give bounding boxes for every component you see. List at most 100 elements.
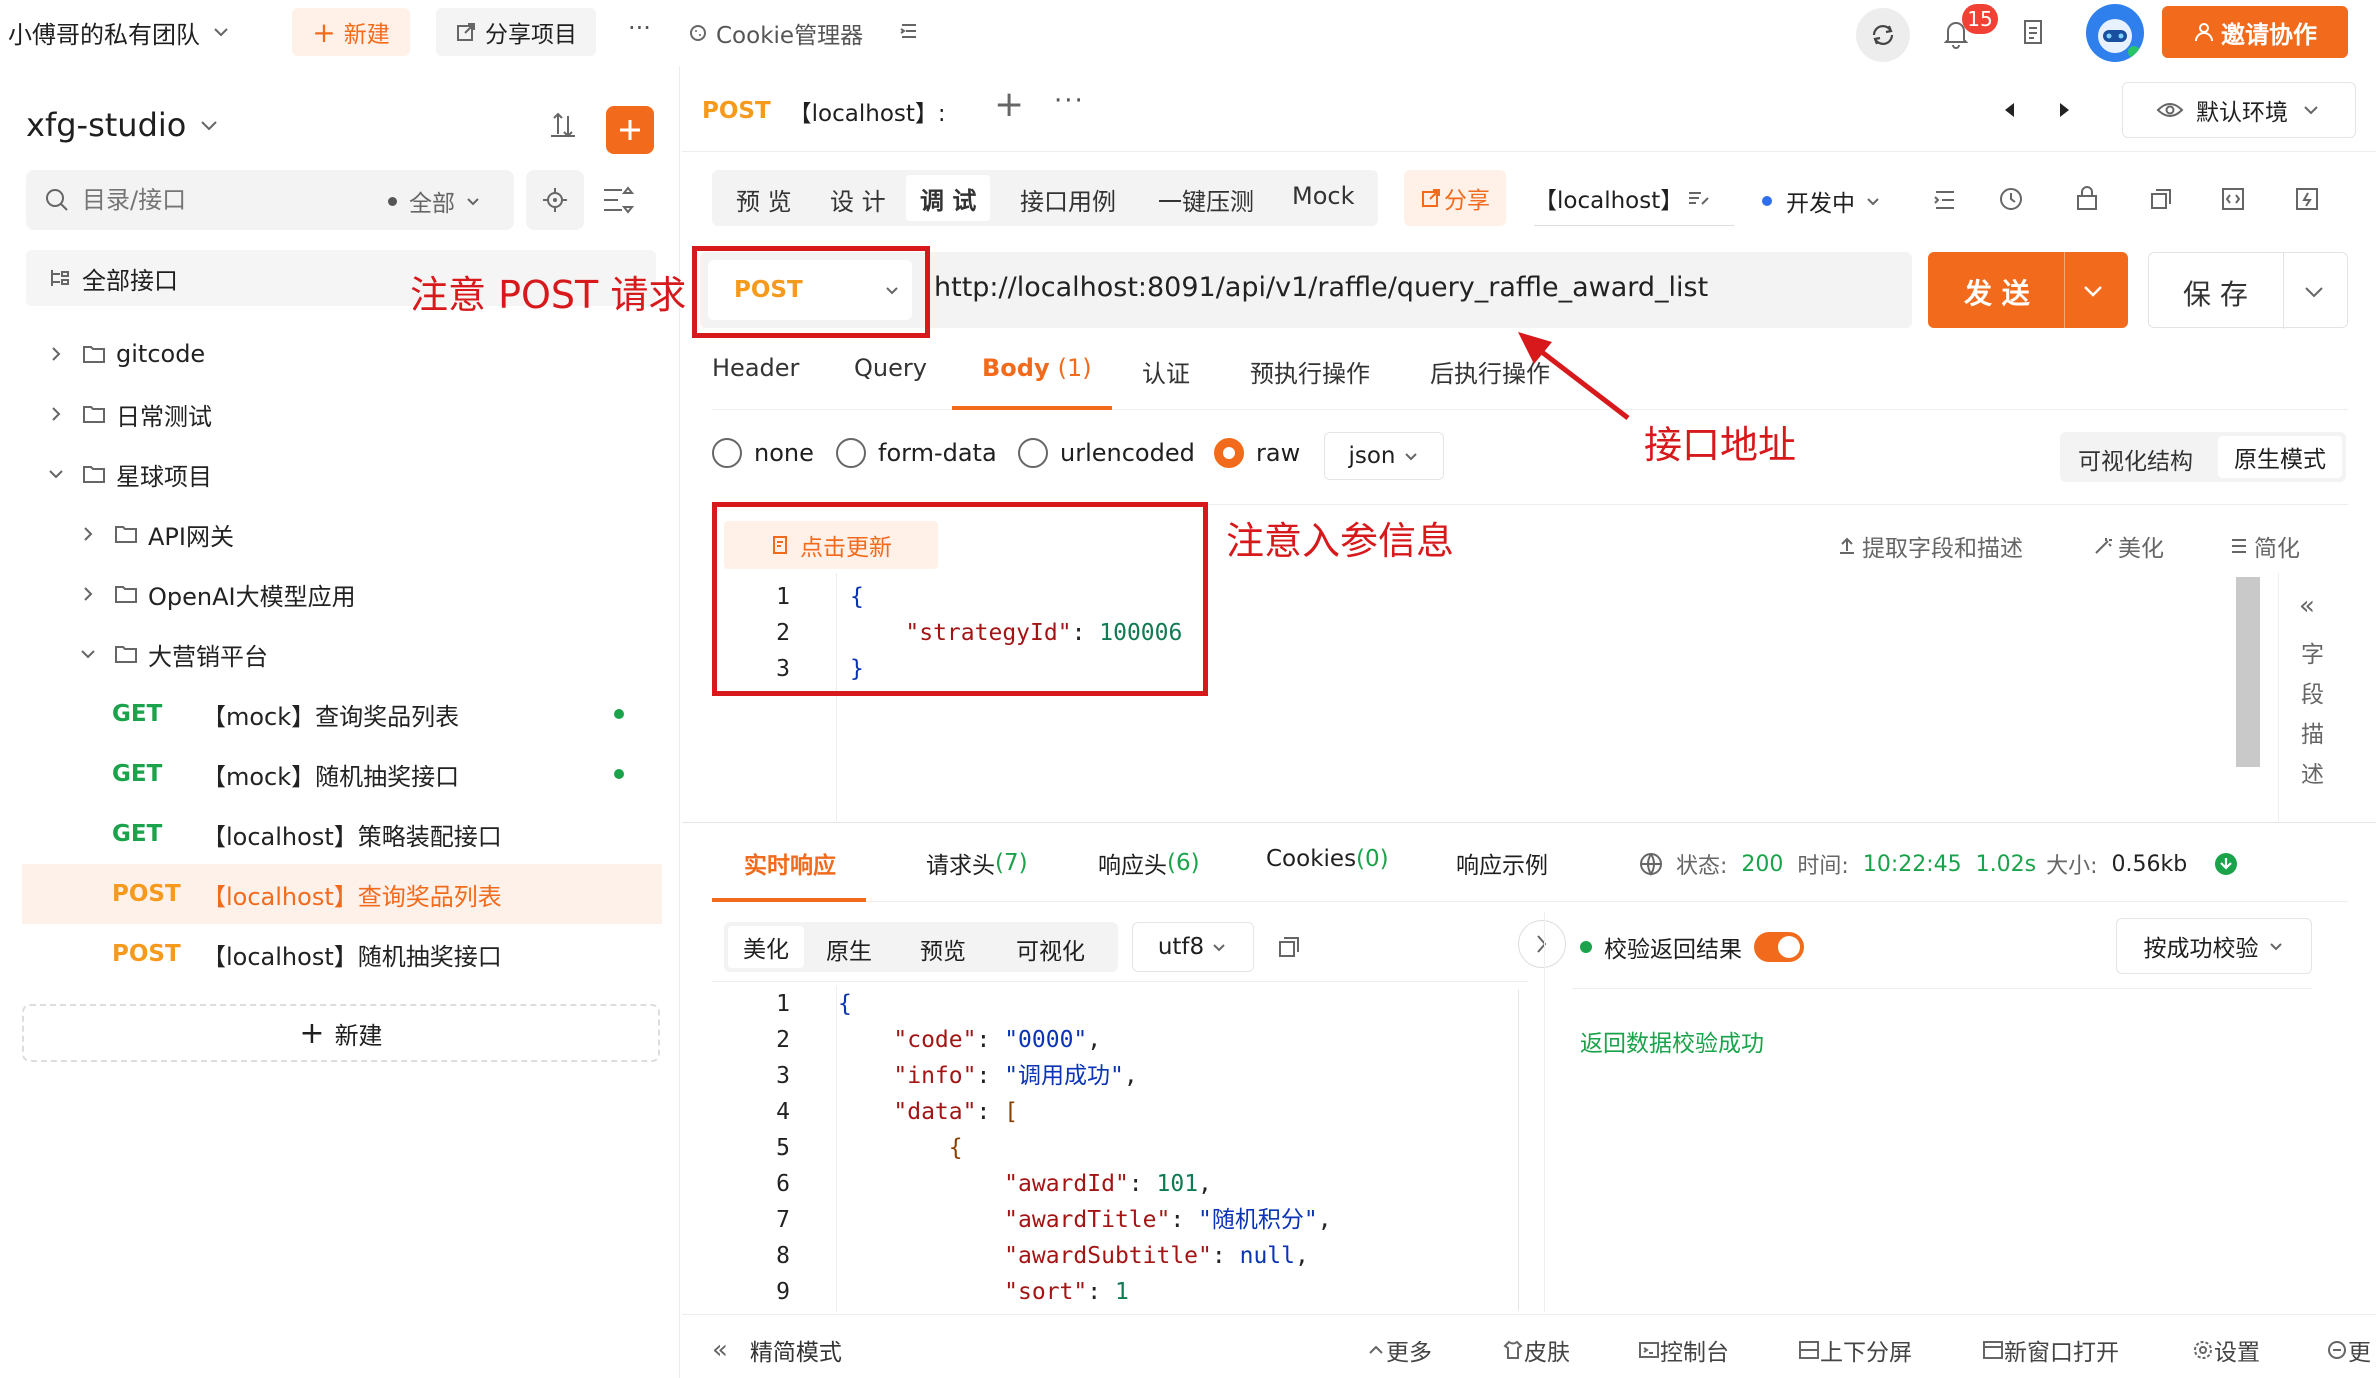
tab-live-response[interactable]: 实时响应 bbox=[744, 846, 836, 880]
tab-request-headers[interactable]: 请求头 (7) bbox=[926, 846, 1028, 880]
radio-form-data[interactable]: form-data bbox=[836, 438, 997, 468]
tab-response-headers[interactable]: 响应头 (6) bbox=[1098, 846, 1200, 880]
body-format-select[interactable]: json bbox=[1324, 432, 1444, 480]
tab-cookies[interactable]: Cookies (0) bbox=[1266, 846, 1389, 872]
footer-new-window[interactable]: 新窗口打开 bbox=[1982, 1333, 2119, 1367]
api-item[interactable]: GET 【mock】查询奖品列表 bbox=[0, 684, 660, 744]
prev-tab-icon[interactable] bbox=[2000, 100, 2020, 120]
copy-icon[interactable] bbox=[1276, 934, 1302, 960]
collapse-all-icon[interactable] bbox=[600, 182, 636, 218]
radio-none[interactable]: none bbox=[712, 438, 814, 468]
simple-mode-button[interactable]: « 精简模式 bbox=[712, 1333, 842, 1367]
tab-design[interactable]: 设 计 bbox=[830, 182, 886, 217]
tab-test-cases[interactable]: 接口用例 bbox=[1020, 182, 1116, 217]
footer-console[interactable]: 控制台 bbox=[1638, 1333, 1729, 1367]
folder-row[interactable]: 日常测试 bbox=[0, 384, 660, 444]
team-switcher[interactable]: 小傅哥的私有团队 bbox=[8, 14, 232, 50]
api-item-selected[interactable]: POST 【localhost】查询奖品列表 bbox=[22, 864, 662, 924]
sidebar-new-button[interactable]: + 新建 bbox=[22, 1004, 660, 1062]
tab-load-test[interactable]: 一键压测 bbox=[1158, 182, 1254, 217]
field-desc-panel[interactable]: « 字 段 描 述 bbox=[2278, 573, 2348, 821]
api-item[interactable]: GET 【localhost】策略装配接口 bbox=[0, 804, 660, 864]
status-select[interactable]: 开发中 bbox=[1762, 184, 1883, 218]
view-mode-raw[interactable]: 原生模式 bbox=[2218, 436, 2342, 478]
search-box[interactable]: 全部 bbox=[26, 170, 514, 230]
footer-extra[interactable]: 更 bbox=[2326, 1333, 2371, 1367]
outline-icon[interactable] bbox=[1932, 188, 1958, 212]
view-visualize[interactable]: 可视化 bbox=[1016, 932, 1085, 966]
import-export-icon[interactable] bbox=[546, 108, 580, 142]
environment-select[interactable]: 默认环境 bbox=[2122, 82, 2356, 138]
simplify-button[interactable]: 简化 bbox=[2228, 529, 2300, 563]
export-icon[interactable] bbox=[2294, 186, 2320, 212]
new-button[interactable]: + 新建 bbox=[292, 8, 410, 56]
folder-row[interactable]: 星球项目 bbox=[0, 444, 660, 504]
encoding-select[interactable]: utf8 bbox=[1132, 922, 1254, 972]
more-menu-button[interactable]: ··· bbox=[628, 14, 651, 42]
response-code[interactable]: { "code": "0000", "info": "调用成功", "data"… bbox=[838, 986, 1518, 1312]
expand-panel-button[interactable] bbox=[1518, 920, 1566, 968]
extract-fields-button[interactable]: 提取字段和描述 bbox=[1836, 529, 2023, 563]
view-mode-visual[interactable]: 可视化结构 bbox=[2078, 442, 2193, 476]
add-tab-button[interactable]: + bbox=[994, 84, 1024, 125]
download-icon[interactable] bbox=[2213, 851, 2239, 877]
next-tab-icon[interactable] bbox=[2054, 100, 2074, 120]
send-button[interactable]: 发 送 bbox=[1928, 252, 2128, 328]
locate-button[interactable] bbox=[526, 170, 584, 230]
tab-preview[interactable]: 预 览 bbox=[736, 182, 792, 217]
share-button[interactable]: 分享 bbox=[1404, 170, 1506, 226]
chevron-down-icon[interactable] bbox=[2080, 278, 2106, 304]
project-switcher[interactable]: xfg-studio bbox=[26, 106, 222, 144]
document-icon[interactable] bbox=[2020, 18, 2046, 46]
sync-button[interactable] bbox=[1856, 8, 1910, 62]
validate-toggle[interactable] bbox=[1754, 932, 1804, 962]
radio-raw[interactable]: raw bbox=[1214, 438, 1300, 468]
list-toggle-icon[interactable] bbox=[898, 20, 920, 42]
filter-dropdown[interactable]: 全部 bbox=[388, 184, 483, 218]
code-icon[interactable] bbox=[2220, 186, 2246, 212]
footer-skin[interactable]: 皮肤 bbox=[1502, 1333, 1570, 1367]
tab-debug[interactable]: 调 试 bbox=[906, 175, 991, 221]
view-preview[interactable]: 预览 bbox=[920, 932, 966, 966]
footer-settings[interactable]: 设置 bbox=[2192, 1333, 2260, 1367]
footer-more[interactable]: 更多 bbox=[1366, 1333, 1432, 1367]
api-tab[interactable]: POST 【localhost】: bbox=[702, 94, 946, 128]
folder-row[interactable]: OpenAI大模型应用 bbox=[0, 564, 660, 624]
view-raw[interactable]: 原生 bbox=[826, 932, 872, 966]
add-button[interactable] bbox=[606, 106, 654, 154]
tab-body[interactable]: Body (1) bbox=[982, 354, 1092, 382]
footer-split[interactable]: 上下分屏 bbox=[1798, 1333, 1912, 1367]
tab-response-example[interactable]: 响应示例 bbox=[1456, 846, 1548, 880]
chevron-down-icon[interactable] bbox=[2301, 279, 2327, 305]
tab-header[interactable]: Header bbox=[712, 354, 799, 382]
radio-urlencoded[interactable]: urlencoded bbox=[1018, 438, 1195, 468]
share-project-button[interactable]: 分享项目 bbox=[436, 8, 596, 56]
editor-scrollbar[interactable] bbox=[2236, 577, 2260, 767]
beautify-button[interactable]: 美化 bbox=[2092, 529, 2164, 563]
copy-icon[interactable] bbox=[2148, 186, 2174, 212]
annotation-arrow bbox=[1518, 332, 1630, 420]
collapse-left-icon[interactable]: « bbox=[2299, 591, 2315, 621]
api-title-field[interactable]: 【localhost】 bbox=[1534, 170, 1734, 226]
api-item[interactable]: GET 【mock】随机抽奖接口 bbox=[0, 744, 660, 804]
url-input[interactable]: http://localhost:8091/api/v1/raffle/quer… bbox=[934, 272, 1708, 303]
split-divider[interactable] bbox=[682, 822, 2376, 823]
tab-more-button[interactable]: ··· bbox=[1054, 86, 1085, 116]
validate-mode-select[interactable]: 按成功校验 bbox=[2116, 918, 2312, 974]
search-input[interactable] bbox=[82, 180, 342, 220]
api-item[interactable]: POST 【localhost】随机抽奖接口 bbox=[0, 924, 660, 984]
folder-row[interactable]: API网关 bbox=[0, 504, 660, 564]
folder-row[interactable]: 大营销平台 bbox=[0, 624, 660, 684]
cookie-manager-button[interactable]: Cookie管理器 bbox=[688, 16, 863, 50]
view-beautify[interactable]: 美化 bbox=[728, 926, 804, 968]
tab-pre-script[interactable]: 预执行操作 bbox=[1250, 354, 1370, 389]
avatar[interactable] bbox=[2086, 4, 2144, 62]
tab-query[interactable]: Query bbox=[854, 354, 927, 382]
invite-button[interactable]: 邀请协作 bbox=[2162, 6, 2348, 58]
folder-row[interactable]: gitcode bbox=[0, 324, 660, 384]
tab-auth[interactable]: 认证 bbox=[1142, 354, 1190, 389]
history-icon[interactable] bbox=[1998, 186, 2024, 212]
lock-icon[interactable] bbox=[2074, 184, 2100, 212]
tab-mock[interactable]: Mock bbox=[1292, 182, 1354, 210]
save-button[interactable]: 保 存 bbox=[2148, 252, 2348, 329]
